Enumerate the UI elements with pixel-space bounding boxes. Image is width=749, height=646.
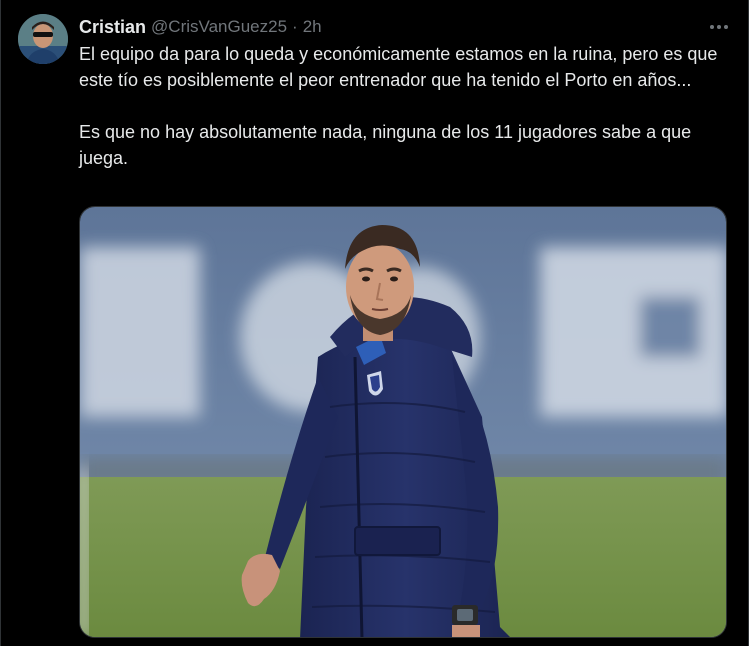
tweet[interactable]: Cristian @CrisVanGuez25 · 2h El equipo d… (0, 0, 749, 646)
tweet-text-paragraph: Es que no hay absolutamente nada, ningun… (79, 122, 692, 168)
tweet-photo[interactable] (79, 206, 727, 638)
tweet-timestamp[interactable]: 2h (303, 17, 322, 37)
avatar[interactable] (18, 14, 68, 64)
author-display-name[interactable]: Cristian (79, 17, 146, 38)
tweet-text: El equipo da para lo queda y económicame… (79, 41, 729, 171)
more-options-button[interactable] (704, 12, 734, 42)
header-separator: · (292, 17, 298, 36)
avatar-image (18, 14, 68, 64)
tweet-text-paragraph: El equipo da para lo queda y económicame… (79, 44, 718, 90)
author-handle[interactable]: @CrisVanGuez25 (151, 17, 287, 37)
photo-coach-in-jacket (80, 207, 726, 637)
more-horizontal-icon (710, 25, 728, 29)
tweet-header: Cristian @CrisVanGuez25 · 2h (79, 14, 728, 40)
